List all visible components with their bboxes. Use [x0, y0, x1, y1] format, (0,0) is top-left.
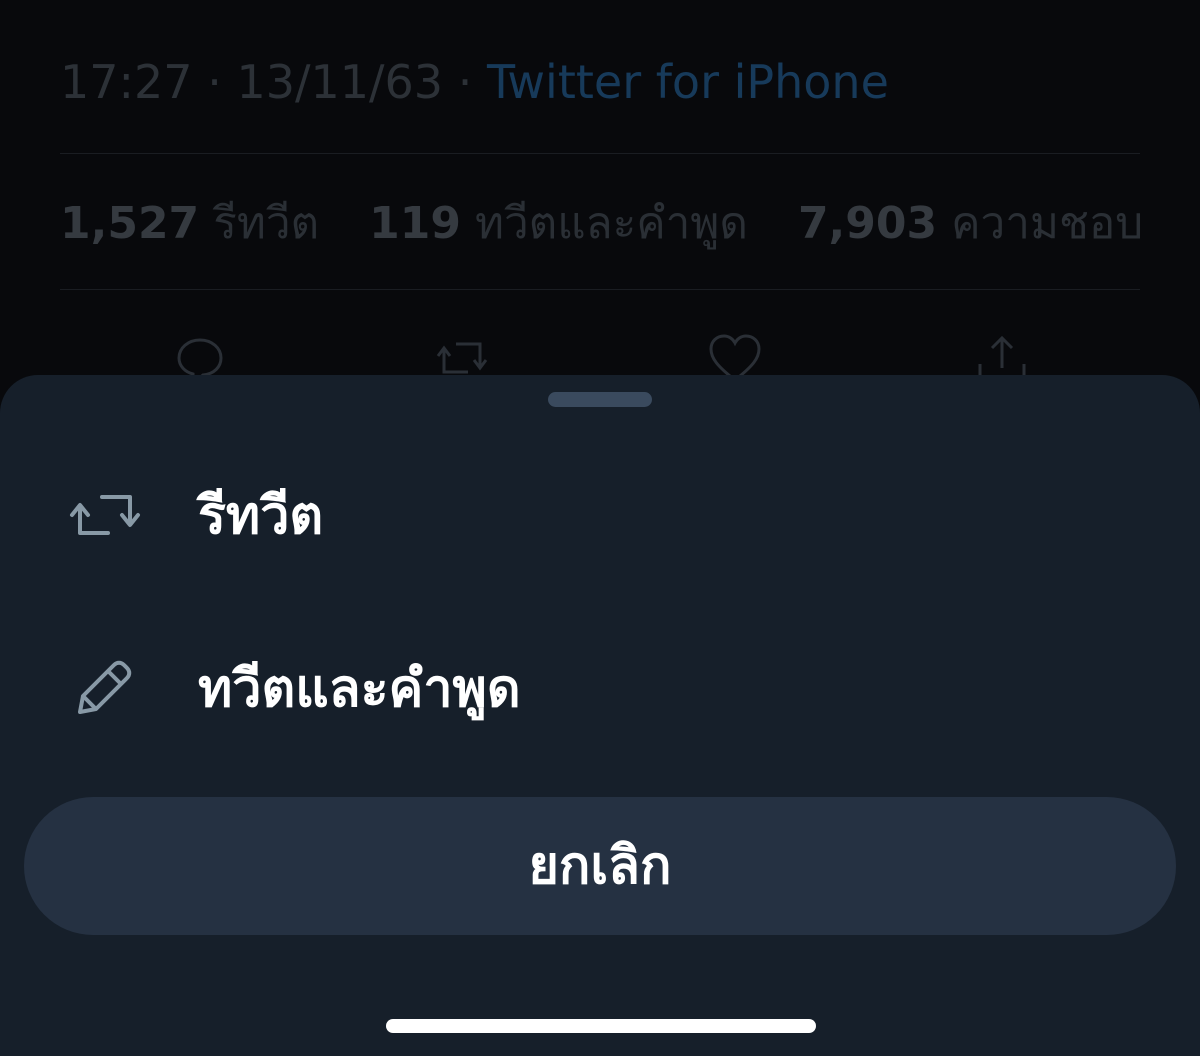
tweet-date: 13/11/63: [236, 55, 444, 109]
stat-count: 7,903: [797, 198, 938, 249]
tweet-time: 17:27: [60, 55, 193, 109]
tweet-stats: 1,527 รีทวีต 119 ทวีตและคำพูด 7,903 ความ…: [60, 194, 1143, 254]
sheet-grabber-handle[interactable]: [548, 392, 652, 407]
stat-label: ความชอบ: [951, 198, 1144, 249]
menu-item-label: ทวีตและคำพูด: [198, 659, 521, 719]
stat-quote-tweets[interactable]: 119 ทวีตและคำพูด: [369, 198, 762, 249]
screen: 17:27 · 13/11/63 · Twitter for iPhone 1,…: [0, 0, 1200, 1056]
cancel-button[interactable]: ยกเลิก: [24, 797, 1176, 935]
stat-count: 1,527: [60, 198, 200, 249]
stat-label: รีทวีต: [213, 198, 320, 249]
pencil-icon: [66, 656, 144, 720]
stat-label: ทวีตและคำพูด: [474, 198, 748, 249]
tweet-timestamp-line: 17:27 · 13/11/63 · Twitter for iPhone: [60, 52, 889, 112]
stat-count: 119: [369, 198, 461, 249]
menu-item-retweet[interactable]: รีทวีต: [0, 455, 1200, 575]
menu-item-quote-tweet[interactable]: ทวีตและคำพูด: [0, 628, 1200, 748]
home-indicator[interactable]: [386, 1019, 816, 1033]
tweet-source-link[interactable]: Twitter for iPhone: [487, 55, 889, 109]
stat-likes[interactable]: 7,903 ความชอบ: [798, 198, 1143, 249]
stat-retweets[interactable]: 1,527 รีทวีต: [60, 198, 333, 249]
divider: [60, 289, 1140, 290]
divider: [60, 153, 1140, 154]
separator: ·: [457, 55, 473, 109]
retweet-icon: [66, 483, 144, 547]
menu-item-label: รีทวีต: [198, 486, 324, 546]
separator: ·: [207, 55, 222, 109]
